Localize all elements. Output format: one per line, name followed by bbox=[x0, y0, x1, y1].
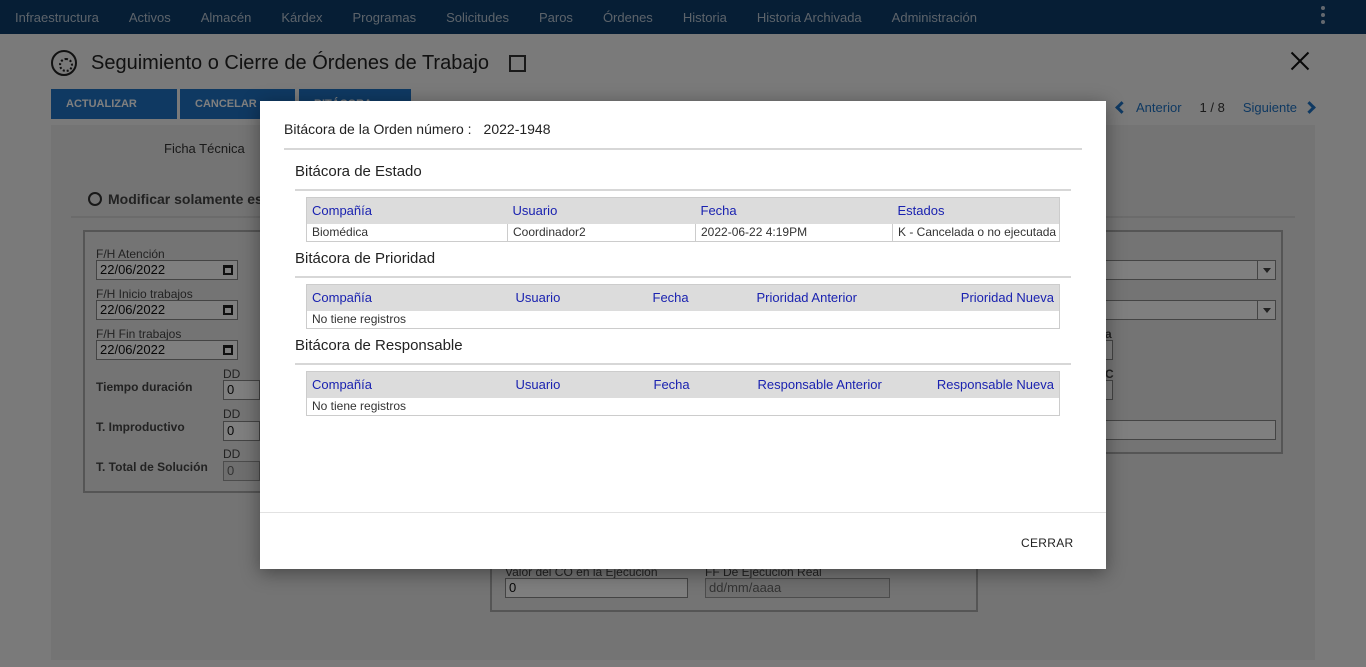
modal-header: Bitácora de la Orden número : 2022-1948 bbox=[284, 121, 551, 137]
table-row: No tiene registros bbox=[307, 398, 1060, 416]
section-divider bbox=[295, 363, 1071, 365]
section-title-prioridad: Bitácora de Prioridad bbox=[295, 250, 436, 267]
responsable-table: Compañía Usuario Fecha Responsable Anter… bbox=[306, 371, 1060, 416]
column-header: Prioridad Anterior bbox=[751, 284, 924, 311]
empty-message: No tiene registros bbox=[312, 312, 407, 327]
table-cell: K - Cancelada o no ejecutada bbox=[898, 225, 1057, 240]
modal-header-divider bbox=[284, 148, 1082, 150]
table-row: No tiene registros bbox=[307, 311, 1060, 329]
section-title-estado: Bitácora de Estado bbox=[295, 163, 422, 180]
column-header: Responsable Nueva bbox=[917, 371, 1060, 398]
column-header: Fecha bbox=[648, 371, 753, 398]
table-cell: 2022-06-22 4:19PM bbox=[695, 223, 893, 242]
column-header: Estados bbox=[892, 197, 1060, 224]
section-divider bbox=[295, 189, 1071, 191]
cerrar-button[interactable]: CERRAR bbox=[1015, 533, 1079, 553]
section-title-responsable: Bitácora de Responsable bbox=[295, 337, 463, 354]
column-header: Usuario bbox=[510, 371, 649, 398]
bitacora-modal: Bitácora de la Orden número : 2022-1948 B… bbox=[260, 101, 1106, 569]
column-header: Usuario bbox=[510, 284, 648, 311]
prioridad-table: Compañía Usuario Fecha Prioridad Anterio… bbox=[306, 284, 1060, 329]
table-header-row: Compañía Usuario Fecha Responsable Anter… bbox=[306, 371, 1060, 398]
column-header: Fecha bbox=[695, 197, 893, 224]
column-header: Responsable Anterior bbox=[752, 371, 918, 398]
table-header-row: Compañía Usuario Fecha Estados bbox=[306, 197, 1060, 224]
column-header: Usuario bbox=[507, 197, 696, 224]
section-divider bbox=[295, 276, 1071, 278]
table-row: Biomédica Coordinador2 2022-06-22 4:19PM… bbox=[306, 223, 1060, 242]
column-header: Compañía bbox=[306, 284, 511, 311]
empty-message: No tiene registros bbox=[312, 399, 407, 414]
estado-table: Compañía Usuario Fecha Estados Biomédica… bbox=[306, 197, 1060, 242]
column-header: Compañía bbox=[306, 197, 508, 224]
table-cell: Biomédica bbox=[306, 223, 508, 242]
order-number: 2022-1948 bbox=[483, 121, 551, 137]
column-header: Fecha bbox=[647, 284, 752, 311]
modal-header-label: Bitácora de la Orden número : bbox=[284, 121, 472, 137]
modal-footer-divider bbox=[260, 512, 1106, 513]
table-cell: Coordinador2 bbox=[507, 223, 696, 242]
column-header: Prioridad Nueva bbox=[923, 284, 1060, 311]
table-header-row: Compañía Usuario Fecha Prioridad Anterio… bbox=[306, 284, 1060, 311]
column-header: Compañía bbox=[306, 371, 511, 398]
